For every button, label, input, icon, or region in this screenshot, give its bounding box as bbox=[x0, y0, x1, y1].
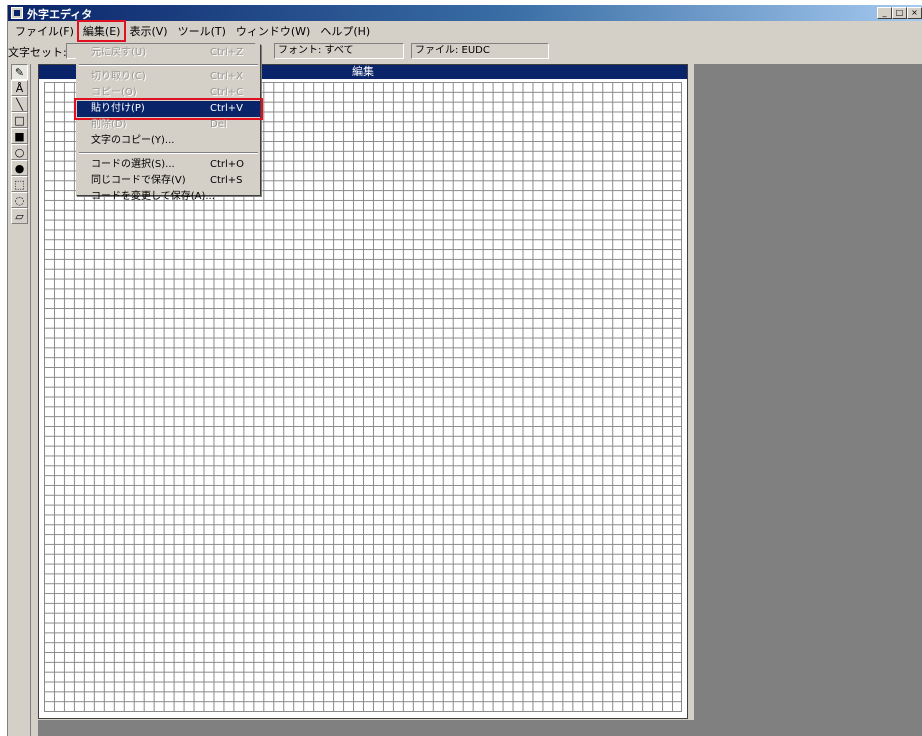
menu-copy[interactable]: コピー(O) Ctrl+C bbox=[77, 85, 260, 101]
pencil-icon[interactable]: ✎ bbox=[11, 64, 28, 80]
paste-label: 貼り付け(P) bbox=[91, 103, 145, 114]
menu-copy-char[interactable]: 文字のコピー(Y)... bbox=[77, 133, 260, 149]
cut-label: 切り取り(C) bbox=[91, 71, 146, 82]
menu-separator bbox=[79, 152, 258, 154]
rect-select-icon[interactable]: ⬚ bbox=[11, 176, 28, 192]
menu-undo[interactable]: 元に戻す(U) Ctrl+Z bbox=[77, 45, 260, 61]
undo-label: 元に戻す(U) bbox=[91, 47, 147, 58]
filled-rect-icon[interactable]: ■ bbox=[11, 128, 28, 144]
hollow-rect-icon[interactable]: □ bbox=[11, 112, 28, 128]
menu-help[interactable]: ヘルプ(H) bbox=[315, 22, 375, 40]
menu-bar: ファイル(F) 編集(E) 表示(V) ツール(T) ウィンドウ(W) ヘルプ(… bbox=[8, 19, 922, 42]
file-field: ファイル: EUDC bbox=[411, 43, 549, 59]
window-controls: _ □ × bbox=[877, 7, 922, 19]
save-same-shortcut: Ctrl+S bbox=[210, 175, 243, 186]
menu-select-code[interactable]: コードの選択(S)... Ctrl+O bbox=[77, 157, 260, 173]
filled-ellipse-icon[interactable]: ● bbox=[11, 160, 28, 176]
menu-save-as-code[interactable]: コードを変更して保存(A)... bbox=[77, 189, 260, 205]
copy-char-label: 文字のコピー(Y)... bbox=[91, 135, 175, 146]
maximize-button[interactable]: □ bbox=[892, 7, 907, 19]
menu-paste[interactable]: 貼り付け(P) Ctrl+V bbox=[74, 98, 263, 120]
minimize-button[interactable]: _ bbox=[877, 7, 892, 19]
menu-file[interactable]: ファイル(F) bbox=[10, 22, 79, 40]
close-button[interactable]: × bbox=[907, 7, 922, 19]
menu-edit[interactable]: 編集(E) bbox=[76, 19, 127, 42]
freeform-select-icon[interactable]: ◌ bbox=[11, 192, 28, 208]
delete-label: 削除(D) bbox=[91, 119, 127, 130]
menu-tools[interactable]: ツール(T) bbox=[173, 22, 231, 40]
copy-shortcut: Ctrl+C bbox=[210, 87, 244, 98]
select-code-label: コードの選択(S)... bbox=[91, 159, 175, 170]
charset-label: 文字セット: bbox=[8, 46, 67, 59]
select-code-shortcut: Ctrl+O bbox=[210, 159, 245, 170]
eraser-icon[interactable]: ▱ bbox=[11, 208, 28, 224]
copy-label: コピー(O) bbox=[91, 87, 137, 98]
paste-shortcut: Ctrl+V bbox=[210, 103, 244, 114]
save-same-label: 同じコードで保存(V) bbox=[91, 175, 186, 186]
brush-icon[interactable]: Å bbox=[11, 80, 28, 96]
menu-delete[interactable]: 削除(D) Del bbox=[77, 117, 260, 133]
font-field: フォント: すべて bbox=[274, 43, 404, 59]
window-title: 外字エディタ bbox=[27, 8, 93, 21]
cut-shortcut: Ctrl+X bbox=[210, 71, 244, 82]
delete-shortcut: Del bbox=[210, 119, 227, 130]
menu-window[interactable]: ウィンドウ(W) bbox=[231, 22, 315, 40]
edit-menu-dropdown: 元に戻す(U) Ctrl+Z 切り取り(C) Ctrl+X コピー(O) Ctr… bbox=[74, 44, 263, 202]
app-window: 外字エディタ _ □ × ファイル(F) 編集(E) 表示(V) ツール(T) … bbox=[7, 5, 922, 736]
menu-separator bbox=[79, 64, 258, 66]
menu-save-same-code[interactable]: 同じコードで保存(V) Ctrl+S bbox=[77, 173, 260, 189]
app-icon[interactable] bbox=[11, 7, 23, 19]
menu-view[interactable]: 表示(V) bbox=[124, 22, 172, 40]
save-as-label: コードを変更して保存(A)... bbox=[91, 191, 215, 202]
workspace-background bbox=[694, 64, 922, 736]
line-icon[interactable]: ╲ bbox=[11, 96, 28, 112]
menu-cut[interactable]: 切り取り(C) Ctrl+X bbox=[77, 69, 260, 85]
undo-shortcut: Ctrl+Z bbox=[210, 47, 244, 58]
title-bar[interactable]: 外字エディタ _ □ × bbox=[8, 5, 922, 21]
hollow-ellipse-icon[interactable]: ○ bbox=[11, 144, 28, 160]
toolbox: ✎ Å ╲ □ ■ ○ ● ⬚ ◌ ▱ bbox=[11, 64, 31, 736]
workspace-bottom bbox=[38, 720, 694, 736]
